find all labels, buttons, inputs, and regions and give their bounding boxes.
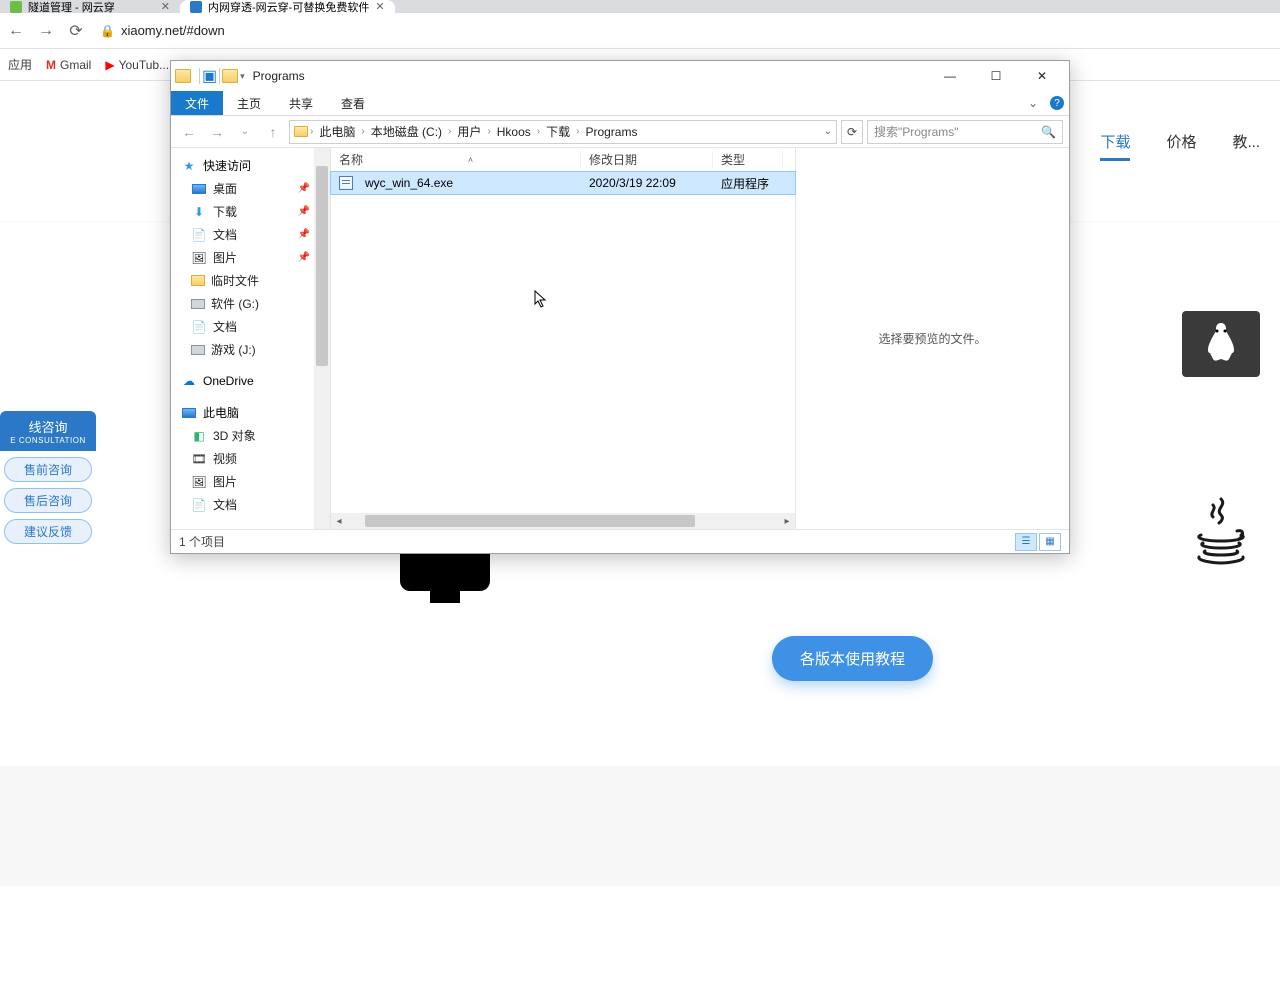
java-icon[interactable] <box>1182 497 1260 563</box>
consult-panel: 线咨询 E CONSULTATION 售前咨询 售后咨询 建议反馈 <box>0 411 96 550</box>
nav-pictures-2[interactable]: 🖼图片 <box>171 470 330 493</box>
nav-videos[interactable]: 🎞视频 <box>171 447 330 470</box>
browser-tab[interactable]: 隧道管理 - 网云穿 ✕ <box>0 0 180 13</box>
ribbon-share[interactable]: 共享 <box>275 91 327 115</box>
address-field[interactable]: 🔒 xiaomy.net/#down <box>100 23 225 38</box>
refresh-icon[interactable]: ⟳ <box>841 120 863 144</box>
nav-row: ← → ⌄ ↑ › 此电脑› 本地磁盘 (C:)› 用户› Hkoos› 下载›… <box>171 116 1069 148</box>
nav-pane[interactable]: ★快速访问 桌面📌 ⬇下载📌 📄文档📌 🖼图片📌 临时文件 软件 (G:) 📄文… <box>171 148 331 529</box>
ribbon: 文件 主页 共享 查看 ⌄ ? <box>171 91 1069 116</box>
nav-documents-2[interactable]: 📄文档 <box>171 315 330 338</box>
breadcrumb[interactable]: › 此电脑› 本地磁盘 (C:)› 用户› Hkoos› 下载› Program… <box>289 120 837 144</box>
linux-icon[interactable] <box>1182 311 1260 377</box>
nav-documents-3[interactable]: 📄文档 <box>171 493 330 516</box>
ribbon-view[interactable]: 查看 <box>327 91 379 115</box>
bookmark-gmail[interactable]: MGmail <box>46 58 91 72</box>
sort-icon: ˄ <box>468 155 473 165</box>
nav-recent-icon[interactable]: ⌄ <box>233 126 257 137</box>
bookmark-youtube[interactable]: ▶YouTub... <box>105 58 169 72</box>
folder-icon <box>191 275 205 286</box>
search-input[interactable]: 搜索"Programs" 🔍 <box>867 120 1063 144</box>
nav-onedrive[interactable]: ☁OneDrive <box>171 371 330 391</box>
pin-icon: 📌 <box>298 183 310 194</box>
nav-downloads[interactable]: ⬇下载📌 <box>171 200 330 223</box>
search-icon: 🔍 <box>1041 125 1056 139</box>
picture-icon: 🖼 <box>191 251 207 265</box>
tutorial-button[interactable]: 各版本使用教程 <box>772 636 933 681</box>
ribbon-file[interactable]: 文件 <box>171 91 223 115</box>
thumbnails-view-icon[interactable]: ▦ <box>1039 533 1061 551</box>
ribbon-home[interactable]: 主页 <box>223 91 275 115</box>
help-icon[interactable]: ? <box>1045 91 1069 115</box>
video-icon: 🎞 <box>191 452 207 466</box>
nav-drive-j[interactable]: 游戏 (J:) <box>171 338 330 361</box>
back-icon[interactable]: ← <box>6 22 26 40</box>
scrollbar[interactable] <box>314 148 330 529</box>
qat-properties-icon[interactable]: ▣ <box>202 66 217 86</box>
close-button[interactable]: ✕ <box>1019 61 1065 91</box>
close-icon[interactable]: ✕ <box>375 0 384 13</box>
nav-tutorial[interactable]: 教... <box>1232 131 1260 161</box>
file-row[interactable]: wyc_win_64.exe 2020/3/19 22:09 应用程序 <box>331 172 795 194</box>
presale-button[interactable]: 售前咨询 <box>4 457 92 482</box>
feedback-button[interactable]: 建议反馈 <box>4 519 92 544</box>
file-list[interactable]: 名称˄ 修改日期 类型 wyc_win_64.exe 2020/3/19 22:… <box>331 148 796 529</box>
picture-icon: 🖼 <box>191 475 207 489</box>
drive-icon <box>191 345 205 355</box>
star-icon: ★ <box>181 159 197 173</box>
nav-forward-icon[interactable]: → <box>205 124 229 140</box>
folder-icon <box>294 126 308 137</box>
reload-icon[interactable]: ⟳ <box>66 21 86 41</box>
folder-icon <box>175 69 191 83</box>
nav-this-pc[interactable]: 此电脑 <box>171 401 330 424</box>
browser-tab[interactable]: 内网穿透-网云穿-可替换免费软件 ✕ <box>180 0 395 13</box>
nav-documents[interactable]: 📄文档📌 <box>171 223 330 246</box>
status-bar: 1 个项目 ☰ ▦ <box>171 529 1069 553</box>
nav-desktop[interactable]: 桌面📌 <box>171 177 330 200</box>
lock-icon: 🔒 <box>100 24 115 38</box>
column-headers[interactable]: 名称˄ 修改日期 类型 <box>331 148 795 172</box>
details-view-icon[interactable]: ☰ <box>1015 533 1037 551</box>
qat-open-icon[interactable] <box>222 69 238 83</box>
scrollbar[interactable]: ◂▸ <box>331 513 795 529</box>
file-explorer-window: ▣ ▾ Programs — ☐ ✕ 文件 主页 共享 查看 ⌄ ? ← → ⌄… <box>170 60 1070 554</box>
qat-dropdown-icon[interactable]: ▾ <box>240 71 245 82</box>
site-nav: 下载 价格 教... <box>1100 131 1260 161</box>
close-icon[interactable]: ✕ <box>161 0 170 13</box>
preview-pane: 选择要预览的文件。 <box>796 148 1069 529</box>
nav-temp[interactable]: 临时文件 <box>171 269 330 292</box>
apps-shortcut[interactable]: 应用 <box>8 56 32 73</box>
nav-3d[interactable]: ◧3D 对象 <box>171 424 330 447</box>
minimize-button[interactable]: — <box>927 61 973 91</box>
document-icon: 📄 <box>191 498 207 512</box>
maximize-button[interactable]: ☐ <box>973 61 1019 91</box>
drive-icon <box>191 299 205 309</box>
consult-header: 线咨询 E CONSULTATION <box>0 411 96 451</box>
cloud-icon: ☁ <box>181 374 197 388</box>
aftersale-button[interactable]: 售后咨询 <box>4 488 92 513</box>
pin-icon: 📌 <box>298 252 310 263</box>
nav-up-icon[interactable]: ↑ <box>261 124 285 140</box>
nav-back-icon[interactable]: ← <box>177 124 201 140</box>
item-count: 1 个项目 <box>179 533 225 550</box>
download-icon: ⬇ <box>191 205 207 219</box>
titlebar[interactable]: ▣ ▾ Programs — ☐ ✕ <box>171 61 1069 91</box>
pin-icon: 📌 <box>298 229 310 240</box>
document-icon: 📄 <box>191 228 207 242</box>
chevron-down-icon[interactable]: ⌄ <box>824 126 832 137</box>
ribbon-collapse-icon[interactable]: ⌄ <box>1021 91 1045 115</box>
nav-price[interactable]: 价格 <box>1166 131 1196 161</box>
document-icon: 📄 <box>191 320 207 334</box>
exe-icon <box>339 176 353 190</box>
forward-icon[interactable]: → <box>36 22 56 40</box>
nav-pictures[interactable]: 🖼图片📌 <box>171 246 330 269</box>
nav-drive-g[interactable]: 软件 (G:) <box>171 292 330 315</box>
cube-icon: ◧ <box>191 429 207 443</box>
pin-icon: 📌 <box>298 206 310 217</box>
nav-download[interactable]: 下载 <box>1100 131 1130 161</box>
browser-tabbar: 隧道管理 - 网云穿 ✕ 内网穿透-网云穿-可替换免费软件 ✕ <box>0 0 1280 13</box>
browser-addressbar: ← → ⟳ 🔒 xiaomy.net/#down <box>0 13 1280 49</box>
window-title: Programs <box>253 69 305 83</box>
